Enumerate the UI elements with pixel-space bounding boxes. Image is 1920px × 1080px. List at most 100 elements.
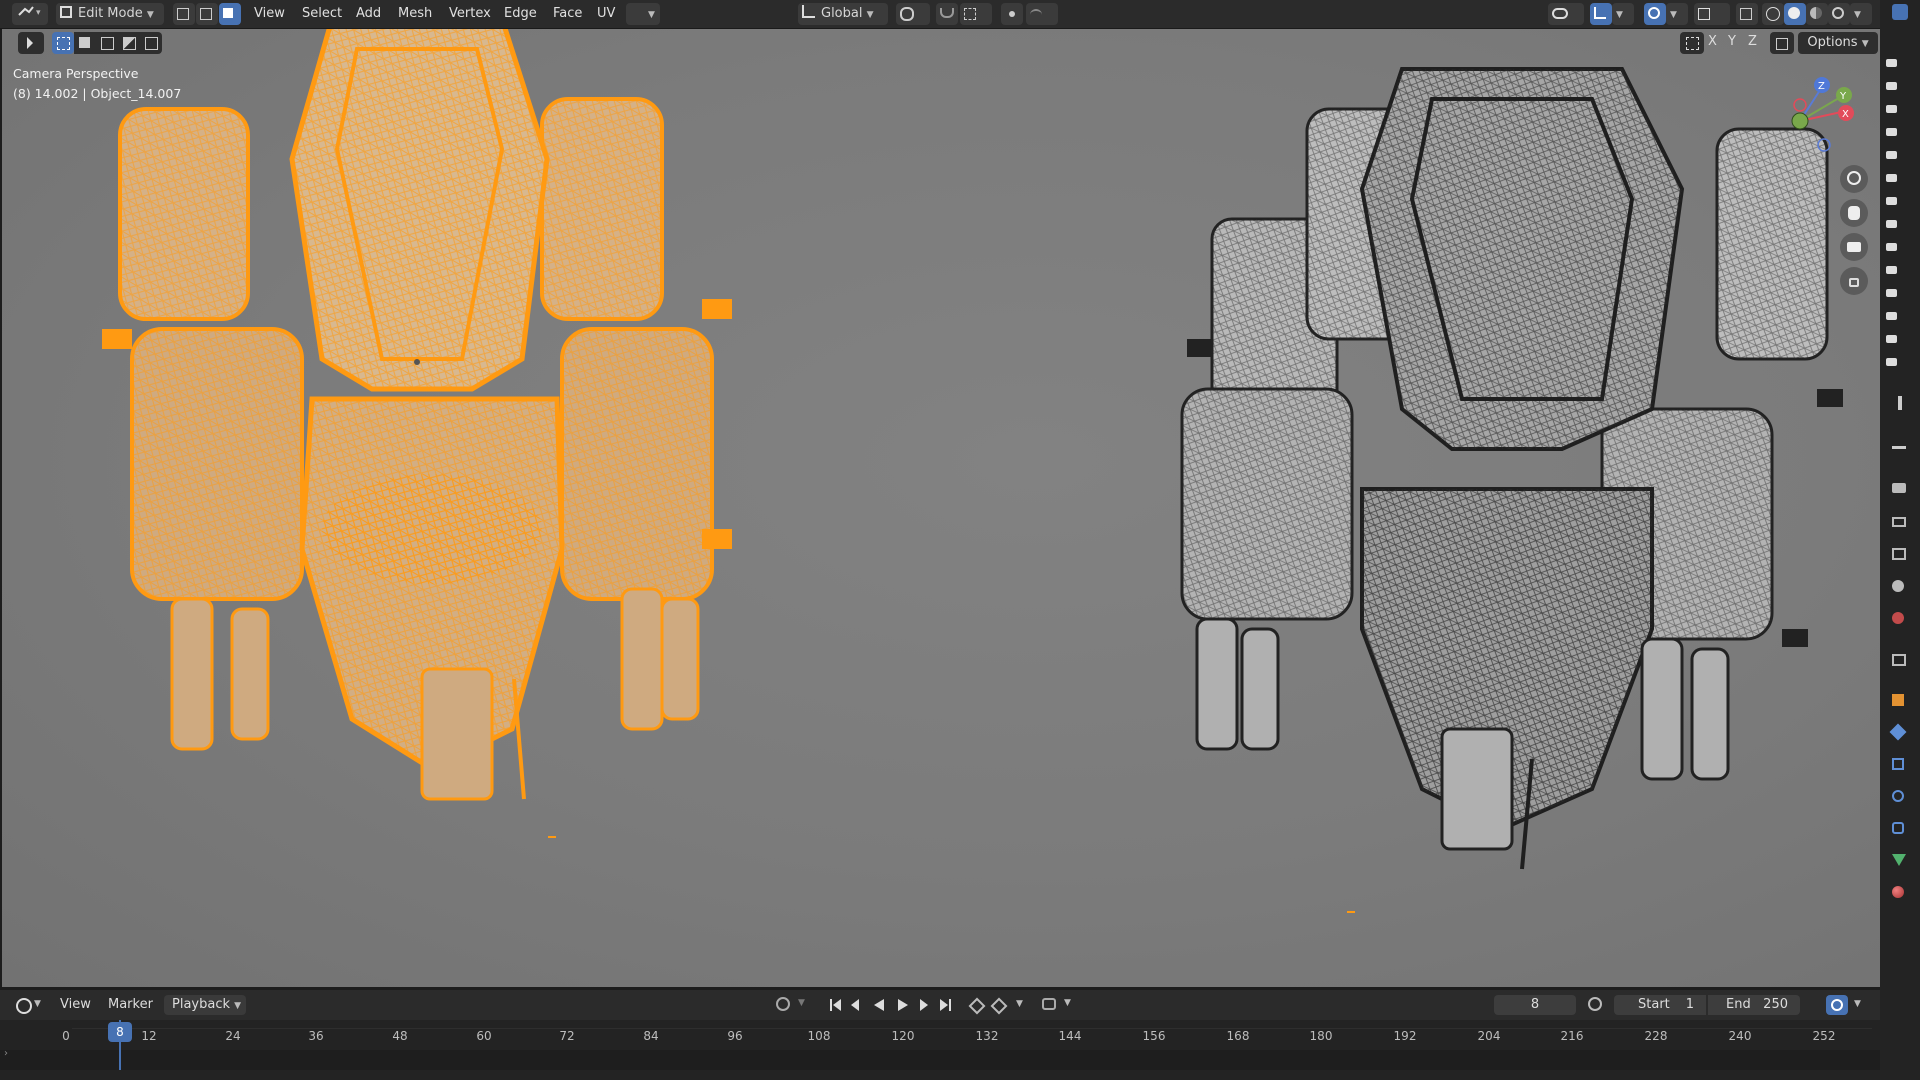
shading-wireframe-button[interactable] <box>1762 3 1784 25</box>
menu-add[interactable]: Add <box>356 3 381 25</box>
xray-toggle[interactable] <box>1736 3 1758 25</box>
camera-render-icon[interactable] <box>1886 167 1902 183</box>
gizmo-toggle[interactable] <box>1590 3 1612 25</box>
camera-render-icon[interactable] <box>1886 351 1902 367</box>
camera-render-icon[interactable] <box>1886 328 1902 344</box>
pivot-point-dropdown[interactable] <box>896 3 930 25</box>
select-intersect-button[interactable] <box>140 32 162 54</box>
menu-edge[interactable]: Edge <box>504 3 537 25</box>
camera-render-icon[interactable] <box>1886 98 1902 114</box>
overlay-dropdown[interactable]: ▼ <box>1666 3 1688 25</box>
render-properties-icon[interactable] <box>1892 480 1908 496</box>
camera-render-icon[interactable] <box>1886 236 1902 252</box>
select-extend-button[interactable] <box>74 32 96 54</box>
jump-to-keyframe-next-button[interactable] <box>914 995 934 1015</box>
world-properties-icon[interactable] <box>1892 610 1908 626</box>
select-tool-button[interactable] <box>18 32 44 54</box>
unselected-mesh-object[interactable] <box>1180 67 1843 870</box>
menu-view[interactable]: View <box>254 3 285 25</box>
chevron-down-icon[interactable]: ▼ <box>1016 999 1023 1009</box>
mode-dropdown[interactable]: Edit Mode ▼ <box>56 3 164 25</box>
selected-mesh-object[interactable] <box>102 29 732 801</box>
menu-uv[interactable]: UV <box>597 3 615 25</box>
next-keyframe-button[interactable] <box>988 995 1008 1015</box>
auto-keying-toggle[interactable]: ▼ <box>774 995 814 1015</box>
pan-button[interactable] <box>1840 199 1868 227</box>
lock-view-button[interactable] <box>1840 267 1868 295</box>
preview-range-toggle[interactable] <box>1586 995 1606 1015</box>
select-new-button[interactable] <box>52 32 74 54</box>
edge-select-mode-button[interactable] <box>196 3 218 25</box>
object-properties-icon[interactable] <box>1892 692 1908 708</box>
snap-target-dropdown[interactable] <box>960 3 992 25</box>
axis-z-toggle[interactable]: Z <box>1748 34 1757 49</box>
outliner-filter-icon[interactable] <box>1892 4 1908 20</box>
navigation-gizmo[interactable]: Z Y X <box>1754 65 1854 165</box>
camera-render-icon[interactable] <box>1886 305 1902 321</box>
play-reverse-button[interactable] <box>870 995 890 1015</box>
jump-to-start-button[interactable] <box>826 995 846 1015</box>
mesh-edit-overlay-dropdown[interactable] <box>1694 3 1730 25</box>
jump-to-end-button[interactable] <box>936 995 956 1015</box>
shading-dropdown[interactable]: ▼ <box>1850 3 1872 25</box>
mesh-data-properties-icon[interactable] <box>1892 852 1908 868</box>
camera-render-icon[interactable] <box>1886 282 1902 298</box>
options-dropdown[interactable]: Options ▼ <box>1798 32 1878 54</box>
gizmo-dropdown[interactable]: ▼ <box>1612 3 1634 25</box>
transform-affect-button[interactable] <box>1680 32 1704 54</box>
constraints-properties-icon[interactable] <box>1892 820 1908 836</box>
menu-mesh[interactable]: Mesh <box>398 3 432 25</box>
zoom-button[interactable] <box>1840 165 1868 193</box>
camera-render-icon[interactable] <box>1886 121 1902 137</box>
modifier-properties-icon[interactable] <box>1889 723 1908 741</box>
collapse-arrow-icon[interactable]: › <box>4 1048 8 1059</box>
overlay-toggle[interactable] <box>1644 3 1666 25</box>
keying-set-dropdown[interactable]: ▼ <box>1040 995 1080 1015</box>
scene-properties-icon[interactable] <box>1892 578 1908 594</box>
snap-toggle[interactable] <box>936 3 958 25</box>
camera-render-icon[interactable] <box>1886 259 1902 275</box>
axis-y-toggle[interactable]: Y <box>1728 34 1736 49</box>
uv-select-dropdown[interactable]: ▼ <box>626 3 660 25</box>
end-frame-field[interactable]: End 250 <box>1708 995 1800 1015</box>
timeline-menu-view[interactable]: View <box>60 997 91 1012</box>
particles-properties-icon[interactable] <box>1892 756 1908 772</box>
3d-viewport[interactable]: Camera Perspective (8) 14.002 | Object_1… <box>2 29 1880 987</box>
face-select-mode-button[interactable] <box>219 3 241 25</box>
prev-keyframe-button[interactable] <box>966 995 986 1015</box>
shading-rendered-button[interactable] <box>1828 3 1850 25</box>
collection-properties-icon[interactable] <box>1892 652 1908 668</box>
chevron-down-icon[interactable]: ▼ <box>1854 999 1861 1009</box>
menu-vertex[interactable]: Vertex <box>449 3 491 25</box>
view-layer-properties-icon[interactable] <box>1892 546 1908 562</box>
tool-properties-icon[interactable] <box>1892 396 1908 412</box>
playhead-handle[interactable]: 8 <box>108 1022 132 1042</box>
menu-face[interactable]: Face <box>553 3 582 25</box>
select-invert-button[interactable] <box>118 32 140 54</box>
select-subtract-button[interactable] <box>96 32 118 54</box>
jump-to-keyframe-prev-button[interactable] <box>848 995 868 1015</box>
timeline-editor-type-button[interactable]: ▼ <box>14 995 44 1015</box>
current-frame-field[interactable]: 8 <box>1494 995 1576 1015</box>
camera-view-button[interactable] <box>1840 233 1868 261</box>
camera-render-icon[interactable] <box>1886 213 1902 229</box>
editor-type-button[interactable]: ▾ <box>12 3 48 25</box>
start-frame-field[interactable]: Start 1 <box>1614 995 1706 1015</box>
timeline-area[interactable]: › 8 <box>0 1020 1880 1080</box>
timeline-view-toggle[interactable] <box>1826 995 1848 1015</box>
axis-x-toggle[interactable]: X <box>1708 34 1717 49</box>
shading-solid-button[interactable] <box>1784 3 1806 25</box>
visibility-dropdown[interactable] <box>1548 3 1584 25</box>
physics-properties-icon[interactable] <box>1892 788 1908 804</box>
tool-settings-icon[interactable] <box>1892 440 1908 456</box>
falloff-dropdown[interactable] <box>1026 3 1058 25</box>
camera-render-icon[interactable] <box>1886 75 1902 91</box>
transform-orientation-dropdown[interactable]: Global ▼ <box>798 3 888 25</box>
playback-dropdown[interactable]: Playback ▼ <box>164 995 246 1015</box>
camera-render-icon[interactable] <box>1886 144 1902 160</box>
mirror-options-button[interactable] <box>1770 32 1794 54</box>
timeline-track[interactable] <box>0 1050 1880 1070</box>
shading-material-button[interactable] <box>1806 3 1828 25</box>
vertex-select-mode-button[interactable] <box>173 3 195 25</box>
play-button[interactable] <box>892 995 912 1015</box>
